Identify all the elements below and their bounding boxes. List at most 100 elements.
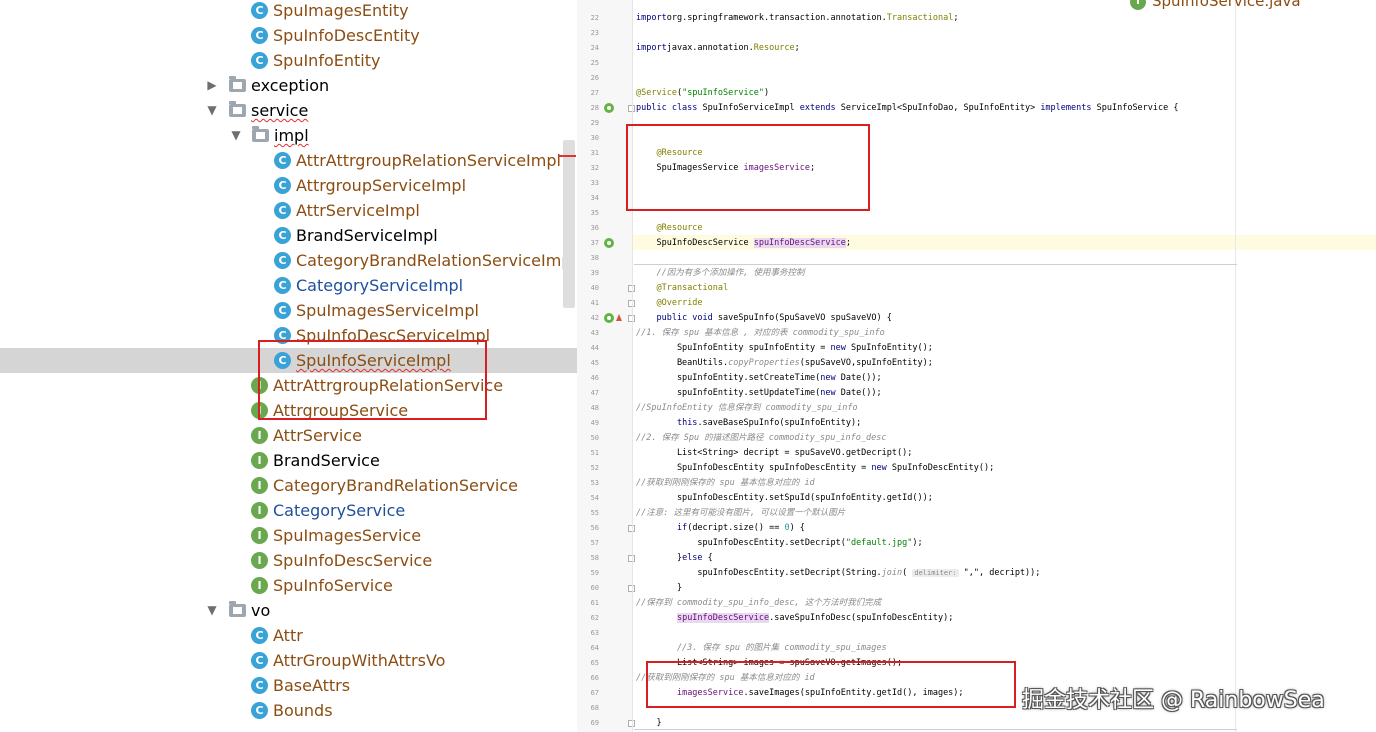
tree-item[interactable]: I SpuInfoService	[0, 573, 577, 598]
watermark-text: 掘金技术社区 @ RainbowSea	[1022, 688, 1325, 713]
tree-item[interactable]: C AttrAttrgroupRelationServiceImpl	[0, 148, 577, 173]
code-line[interactable]: spuInfoDescEntity.setSpuId(spuInfoEntity…	[636, 491, 933, 506]
code-line[interactable]: List<String> images = spuSaveVO.getImage…	[636, 656, 902, 671]
project-tree: C SpuImagesEntity C SpuInfoDescEntity C SpuIn…	[0, 0, 577, 732]
code-line[interactable]: List<String> decript = spuSaveVO.getDecr…	[636, 446, 912, 461]
tree-item[interactable]: C SpuInfoDescServiceImpl	[0, 323, 577, 348]
code-line[interactable]: //因为有多个添加操作, 使用事务控制	[636, 266, 804, 281]
folder-icon	[252, 126, 269, 142]
code-line[interactable]: @Transactional	[636, 281, 728, 296]
line-number: 59	[590, 569, 599, 577]
tree-item[interactable]: I AttrgroupService	[0, 398, 577, 423]
editor-tab-spuinfoservice[interactable]: I SpuInfoService.java	[1130, 0, 1301, 10]
code-line[interactable]: //获取到刚刚保存的 spu 基本信息对应的 id	[636, 671, 815, 686]
tree-item[interactable]: C SpuInfoServiceImpl	[0, 348, 577, 373]
code-line[interactable]: //获取到刚刚保存的 spu 基本信息对应的 id	[636, 476, 815, 491]
tree-item[interactable]: I BrandService	[0, 448, 577, 473]
tree-item-label: AttrServiceImpl	[296, 201, 420, 220]
tree-item[interactable]: I CategoryBrandRelationService	[0, 473, 577, 498]
tree-item[interactable]: C AttrGroupWithAttrsVo	[0, 648, 577, 673]
code-token: //2. 保存 Spu 的描述图片路径 commodity_spu_info_d…	[636, 433, 887, 443]
code-line[interactable]: //2. 保存 Spu 的描述图片路径 commodity_spu_info_d…	[636, 431, 887, 446]
code-line[interactable]: SpuInfoDescEntity spuInfoDescEntity = ne…	[636, 461, 994, 476]
tree-item[interactable]: C SpuInfoEntity	[0, 48, 577, 73]
code-line[interactable]: spuInfoDescService.saveSpuInfoDesc(spuIn…	[636, 611, 953, 626]
collapse-arrow-icon[interactable]: ▼	[229, 123, 243, 148]
tree-item[interactable]: C SpuImagesServiceImpl	[0, 298, 577, 323]
code-line[interactable]: }else {	[636, 551, 713, 566]
tree-item[interactable]: C SpuInfoDescEntity	[0, 23, 577, 48]
tree-item[interactable]: C Bounds	[0, 698, 577, 723]
collapse-arrow-icon[interactable]: ▼	[205, 98, 219, 123]
code-line[interactable]: @Resource	[636, 146, 702, 161]
code-line[interactable]: @Service("spuInfoService")	[636, 86, 769, 101]
tree-scrollbar[interactable]	[563, 140, 575, 308]
code-line[interactable]: spuInfoDescEntity.setDecript(String.join…	[636, 566, 1040, 581]
tree-item[interactable]: I CategoryService	[0, 498, 577, 523]
override-up-arrow-icon[interactable]	[616, 314, 622, 321]
tree-item-label: SpuInfoDescService	[273, 551, 433, 570]
code-token: org.springframework.transaction.annotati…	[666, 13, 887, 23]
code-line[interactable]: spuInfoDescEntity.setDecript("default.jp…	[636, 536, 922, 551]
tree-item[interactable]: C AttrgroupServiceImpl	[0, 173, 577, 198]
code-token: //SpuInfoEntity 信息保存到 commodity_spu_info	[636, 403, 858, 413]
tree-item[interactable]: I SpuImagesService	[0, 523, 577, 548]
code-line[interactable]: importjavax.annotation.Resource;	[636, 41, 800, 56]
bean-gutter-icon[interactable]	[604, 238, 614, 248]
code-line[interactable]: //3. 保存 spu 的图片集 commodity_spu_images	[636, 641, 887, 656]
tree-item[interactable]: C CategoryServiceImpl	[0, 273, 577, 298]
tree-item[interactable]: I AttrAttrgroupRelationService	[0, 373, 577, 398]
collapse-arrow-icon[interactable]: ▼	[205, 598, 219, 623]
code-line[interactable]: if(decript.size() == 0) {	[636, 521, 805, 536]
implements-gutter-icon[interactable]	[604, 313, 614, 323]
code-line[interactable]: @Resource	[636, 221, 702, 236]
code-line[interactable]: imagesService.saveImages(spuInfoEntity.g…	[636, 686, 964, 701]
code-line[interactable]: SpuInfoEntity spuInfoEntity = new SpuInf…	[636, 341, 933, 356]
tree-item[interactable]: C BaseAttrs	[0, 673, 577, 698]
tree-item[interactable]: C Attr	[0, 623, 577, 648]
code-line[interactable]: public void saveSpuInfo(SpuSaveVO spuSav…	[636, 311, 891, 326]
tree-item-label: AttrService	[273, 426, 362, 445]
code-line[interactable]: spuInfoEntity.setCreateTime(new Date());	[636, 371, 882, 386]
code-line[interactable]: public class SpuInfoServiceImpl extends …	[636, 101, 1179, 116]
code-token: @Service	[636, 88, 677, 98]
tree-item[interactable]: C CategoryBrandRelationServiceImpl	[0, 248, 577, 273]
tree-item[interactable]: ▼ impl	[0, 123, 577, 148]
tree-item[interactable]: ▼ vo	[0, 598, 577, 623]
tree-item[interactable]: ▼ service	[0, 98, 577, 123]
code-line[interactable]: //1. 保存 spu 基本信息 , 对应的表 commodity_spu_in…	[636, 326, 885, 341]
code-line[interactable]: @Override	[636, 296, 702, 311]
code-line[interactable]: }	[636, 581, 682, 596]
bean-gutter-icon[interactable]	[604, 103, 614, 113]
line-number: 45	[590, 359, 599, 367]
tree-item-label: CategoryBrandRelationService	[273, 476, 519, 495]
parameter-hint: delimiter:	[912, 569, 959, 577]
code-line[interactable]: spuInfoEntity.setUpdateTime(new Date());	[636, 386, 882, 401]
code-line[interactable]: //SpuInfoEntity 信息保存到 commodity_spu_info	[636, 401, 858, 416]
tree-item[interactable]: C AttrServiceImpl	[0, 198, 577, 223]
code-line[interactable]: //保存到 commodity_spu_info_desc, 这个方法时我们完成	[636, 596, 881, 611]
code-line[interactable]: BeanUtils.copyProperties(spuSaveVO,spuIn…	[636, 356, 933, 371]
code-token: new	[871, 463, 887, 473]
expand-arrow-icon[interactable]: ▶	[205, 73, 219, 98]
line-number: 46	[590, 374, 599, 382]
code-editor[interactable]: 22 23 24 25 26 27 28 29 30 31 32 33 34 35 36 37 38 39 40 41…	[577, 0, 1376, 732]
folder-icon	[229, 601, 246, 617]
tree-item[interactable]: I SpuInfoDescService	[0, 548, 577, 573]
tree-item[interactable]: C SpuImagesEntity	[0, 0, 577, 23]
code-line[interactable]: SpuInfoDescService spuInfoDescService;	[636, 236, 851, 251]
tree-item[interactable]: ▶ exception	[0, 73, 577, 98]
class-icon: C	[274, 252, 291, 269]
tree-item[interactable]: I AttrService	[0, 423, 577, 448]
code-token: ;	[845, 238, 851, 248]
code-token: (	[902, 568, 913, 578]
code-line[interactable]: //注意: 这里有可能没有图片, 可以设置一个默认图片	[636, 506, 845, 521]
tree-item[interactable]: C BrandServiceImpl	[0, 223, 577, 248]
code-token: implements	[1040, 103, 1092, 113]
code-line[interactable]: SpuImagesService imagesService;	[636, 161, 815, 176]
code-line[interactable]: importorg.springframework.transaction.an…	[636, 11, 958, 26]
code-line[interactable]: }	[636, 716, 661, 731]
code-line[interactable]: this.saveBaseSpuInfo(spuInfoEntity);	[636, 416, 861, 431]
code-token: }	[636, 553, 683, 563]
